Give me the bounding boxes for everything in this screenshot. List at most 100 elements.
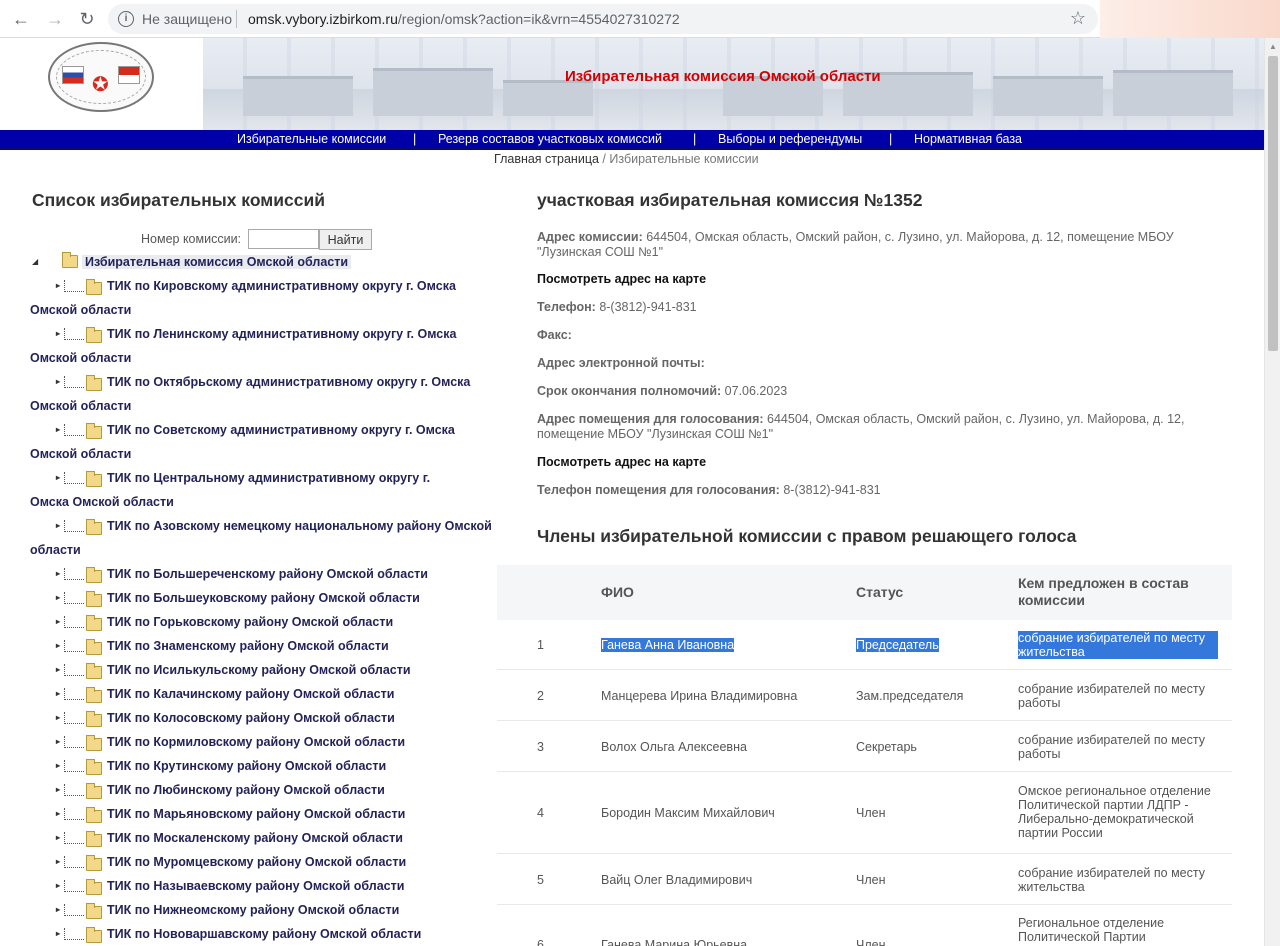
tree-node-label[interactable]: ТИК по Марьяновскому району Омской облас…	[56, 802, 496, 826]
expand-icon[interactable]: ▸	[56, 730, 60, 754]
scroll-up-icon[interactable]: ▲	[1269, 42, 1277, 51]
menu-item-reserve[interactable]: Резерв составов участковых комиссий	[438, 132, 662, 146]
breadcrumb-current: Избирательные комиссии	[609, 152, 759, 166]
expand-icon[interactable]: ▸	[56, 682, 60, 706]
menu-item-commissions[interactable]: Избирательные комиссии	[237, 132, 386, 146]
tree-node[interactable]: ▸ ТИК по Нижнеомскому району Омской облас…	[56, 898, 496, 922]
tree-node[interactable]: ▸ ТИК по Москаленскому району Омской обла…	[56, 826, 496, 850]
tree-node[interactable]: ▸ ТИК по Муромцевскому району Омской обла…	[56, 850, 496, 874]
building-shape	[243, 76, 353, 116]
tree-connector	[64, 712, 84, 724]
tree-node[interactable]: ▸ ТИК по Называевскому району Омской обла…	[56, 874, 496, 898]
tree-node[interactable]: ▸ ТИК по Крутинскому району Омской област…	[56, 754, 496, 778]
page-scrollbar[interactable]: ▲	[1264, 38, 1280, 946]
collapse-icon[interactable]: ◢	[32, 257, 38, 266]
tree-node-label[interactable]: ТИК по Большеуковскому району Омской обл…	[56, 586, 496, 610]
expand-icon[interactable]: ▸	[56, 754, 60, 778]
expand-icon[interactable]: ▸	[56, 658, 60, 682]
url-host: omsk.vybory.izbirkom.ru	[248, 11, 398, 27]
expand-icon[interactable]: ▸	[56, 586, 60, 610]
bookmark-star-icon[interactable]: ☆	[1070, 8, 1086, 29]
reload-icon[interactable]: ↻	[74, 6, 100, 32]
back-icon[interactable]: ←	[8, 6, 34, 32]
tree-node-label[interactable]: ТИК по Кормиловскому району Омской облас…	[56, 730, 496, 754]
tree-node[interactable]: ▸ ТИК по Знаменскому району Омской област…	[56, 634, 496, 658]
tree-node[interactable]: ▸ ТИК по Азовскому немецкому национальном…	[30, 514, 496, 562]
tree-root-label[interactable]: Избирательная комиссия Омской области	[82, 255, 352, 269]
table-row: 6 Ганева Марина Юрьевна Член Регионально…	[497, 905, 1232, 946]
tree-node-label[interactable]: ТИК по Знаменскому району Омской области	[56, 634, 496, 658]
folder-icon	[86, 423, 102, 447]
expand-icon[interactable]: ▸	[56, 562, 60, 586]
map-link[interactable]: Посмотреть адрес на карте	[537, 272, 706, 286]
expand-icon[interactable]: ▸	[56, 418, 60, 442]
commission-phone: Телефон: 8-(3812)-941-831	[537, 300, 1227, 315]
commission-logo[interactable]: ✪	[48, 42, 154, 112]
expand-icon[interactable]: ▸	[56, 706, 60, 730]
tree-node[interactable]: ▸ ТИК по Марьяновскому району Омской обла…	[56, 802, 496, 826]
member-proposed: собрание избирателей по месту жительства	[1018, 631, 1218, 659]
expand-icon[interactable]: ▸	[56, 922, 60, 946]
tree-node[interactable]: ▸ ТИК по Большереченскому району Омской о…	[56, 562, 496, 586]
tree-node-label[interactable]: ТИК по Крутинскому району Омской области	[56, 754, 496, 778]
table-row: 2 Манцерева Ирина Владимировна Зам.предс…	[497, 670, 1232, 721]
expand-icon[interactable]: ▸	[56, 874, 60, 898]
tree-node[interactable]: ▸ ТИК по Нововаршавскому району Омской об…	[56, 922, 496, 946]
tree-node-label[interactable]: ТИК по Колосовскому району Омской област…	[56, 706, 496, 730]
tree-node[interactable]: ▸ ТИК по Центральному административному о…	[30, 466, 472, 514]
tree-node[interactable]: ▸ ТИК по Горьковскому району Омской облас…	[56, 610, 496, 634]
member-status: Член	[856, 938, 886, 946]
expand-icon[interactable]: ▸	[56, 634, 60, 658]
menu-item-elections[interactable]: Выборы и референдумы	[718, 132, 862, 146]
url-text[interactable]: omsk.vybory.izbirkom.ru/region/omsk?acti…	[248, 11, 680, 27]
tree-node[interactable]: ▸ ТИК по Большеуковскому району Омской об…	[56, 586, 496, 610]
breadcrumb-home[interactable]: Главная страница	[494, 152, 599, 166]
tree-node-label[interactable]: ТИК по Исилькульскому району Омской обла…	[56, 658, 496, 682]
voting-map-link[interactable]: Посмотреть адрес на карте	[537, 455, 706, 469]
info-icon[interactable]: i	[118, 11, 134, 27]
tree-node[interactable]: ▸ ТИК по Калачинскому району Омской облас…	[56, 682, 496, 706]
expand-icon[interactable]: ▸	[56, 610, 60, 634]
table-row: 1 Ганева Анна Ивановна Председатель собр…	[497, 620, 1232, 670]
tree-node-label[interactable]: ТИК по Называевскому району Омской облас…	[56, 874, 496, 898]
tree-connector	[64, 616, 84, 628]
tree-node[interactable]: ▸ ТИК по Любинскому району Омской области	[56, 778, 496, 802]
commission-number-input[interactable]	[248, 229, 319, 249]
search-button[interactable]: Найти	[319, 229, 372, 250]
tree-node[interactable]: ▸ ТИК по Кировскому административному окр…	[30, 274, 496, 322]
scrollbar-thumb[interactable]	[1268, 56, 1278, 351]
tree-connector	[64, 568, 84, 580]
not-secure-label: Не защищено	[142, 11, 232, 27]
tree-node-label[interactable]: ТИК по Нижнеомскому району Омской област…	[56, 898, 496, 922]
tree-node-label[interactable]: ТИК по Муромцевскому району Омской облас…	[56, 850, 496, 874]
tree-node[interactable]: ▸ ТИК по Кормиловскому району Омской обла…	[56, 730, 496, 754]
expand-icon[interactable]: ▸	[56, 826, 60, 850]
expand-icon[interactable]: ▸	[56, 898, 60, 922]
expand-icon[interactable]: ▸	[56, 802, 60, 826]
tree-node[interactable]: ▸ ТИК по Исилькульскому району Омской обл…	[56, 658, 496, 682]
expand-icon[interactable]: ▸	[56, 322, 60, 346]
tree-node-label[interactable]: ТИК по Калачинскому району Омской област…	[56, 682, 496, 706]
menu-item-normative[interactable]: Нормативная база	[914, 132, 1022, 146]
address-bar[interactable]: i Не защищено omsk.vybory.izbirkom.ru/re…	[108, 4, 1098, 34]
tree-node-label[interactable]: ТИК по Любинскому району Омской области	[56, 778, 496, 802]
forward-icon[interactable]: →	[42, 6, 68, 32]
tree-node-label[interactable]: ТИК по Москаленскому району Омской облас…	[56, 826, 496, 850]
expand-icon[interactable]: ▸	[56, 370, 60, 394]
tree-node[interactable]: ▸ ТИК по Октябрьскому административному о…	[30, 370, 472, 418]
term-value: 07.06.2023	[724, 384, 788, 398]
tree-node-label[interactable]: ТИК по Нововаршавскому району Омской обл…	[56, 922, 496, 946]
tree-node[interactable]: ▸ ТИК по Советскому административному окр…	[30, 418, 496, 466]
expand-icon[interactable]: ▸	[56, 274, 60, 298]
url-path: /region/omsk?action=ik&vrn=4554027310272	[397, 11, 680, 27]
row-number: 6	[537, 938, 544, 946]
tree-connector	[64, 880, 84, 892]
expand-icon[interactable]: ▸	[56, 850, 60, 874]
tree-node-label[interactable]: ТИК по Большереченскому району Омской об…	[56, 562, 496, 586]
expand-icon[interactable]: ▸	[56, 466, 60, 490]
expand-icon[interactable]: ▸	[56, 514, 60, 538]
tree-node[interactable]: ▸ ТИК по Ленинскому административному окр…	[30, 322, 496, 370]
tree-node-label[interactable]: ТИК по Горьковскому району Омской област…	[56, 610, 496, 634]
expand-icon[interactable]: ▸	[56, 778, 60, 802]
tree-node[interactable]: ▸ ТИК по Колосовскому району Омской облас…	[56, 706, 496, 730]
